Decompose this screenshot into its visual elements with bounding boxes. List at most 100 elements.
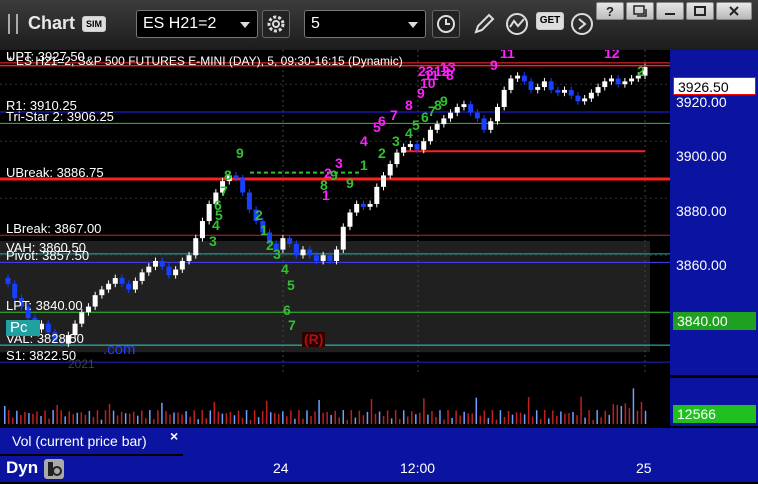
count-label-green: 8 [224,167,232,183]
indicator-button[interactable] [504,12,530,36]
time-frame-button[interactable] [432,10,460,38]
candle-body [387,164,393,176]
candle-body [555,89,561,93]
time-axis[interactable]: 24 12:00 25 [183,428,670,482]
maximize-button[interactable] [686,2,714,20]
volume-bar [306,410,308,424]
level-label: Pivot: 3857.50 [6,248,90,264]
candle-body [481,118,487,130]
count-label-magenta: 9 [490,57,498,73]
volume-value-box: 12566 [673,405,756,423]
volume-bar [68,411,70,424]
volume-bar [463,411,465,424]
symbol-settings-button[interactable] [262,10,290,38]
volume-bar [350,410,353,424]
price-tick: 3920.00 [676,94,727,110]
count-label-green: 9 [346,175,354,191]
volume-bar [282,411,284,424]
volume-bar [358,410,361,424]
volume-bar [36,411,38,424]
forward-button[interactable] [570,12,594,36]
candle-body [394,152,400,165]
price-axis[interactable]: 3926.50 3920.00 3900.00 3880.00 3860.00 … [670,50,758,375]
candle-body [501,89,507,108]
volume-bar [265,400,268,424]
volume-bar [407,416,409,424]
price-chart-area[interactable]: 9 8 7 6 5 4 3 2 1 2 3 4 5 6 7 8 9 9 1 2 3 4 5 6 7 8 9 2 1 2 3 4 5 6 7 8 9 10 1… [0,50,670,375]
candle-body [146,266,152,273]
volume-bar [390,418,393,424]
watermark-year: 2021 [68,357,95,371]
volume-bar [64,416,66,424]
symbol-combo[interactable]: ES H21=2 [136,10,258,38]
pc-badge: Pc [6,320,40,336]
candle-body [434,124,440,130]
volume-bar [56,404,58,424]
volume-bar [487,417,490,424]
volume-bar [366,411,369,424]
count-label-green: 5 [287,277,295,293]
volume-bar [24,412,26,424]
volume-bar [604,410,606,424]
candle-body [92,295,98,307]
candle-body [608,78,614,82]
interval-combo[interactable]: 5 [304,10,426,38]
minimize-button[interactable] [656,2,684,20]
volume-bar [104,410,107,424]
count-label-magenta: 2 [324,165,332,181]
volume-bar [245,410,248,424]
close-window-button[interactable] [716,2,752,20]
dynamic-settings-button[interactable] [44,459,64,479]
volume-bar [511,414,514,424]
volume-bar [346,419,349,424]
count-label-green: 1 [360,157,368,173]
count-label-green: 2 [637,63,645,79]
volume-bar [354,417,357,424]
candle-body [132,280,138,290]
volume-bar [342,410,345,424]
volume-bar [177,412,179,424]
volume-bar [519,412,522,424]
candle-body [354,203,360,213]
candle-body [347,212,353,227]
candle-body [85,306,91,313]
candle-body [595,87,601,93]
volume-bar [4,406,6,424]
candle-body [334,249,340,261]
get-data-button[interactable]: GET [536,12,566,36]
help-button[interactable]: ? [596,2,624,20]
volume-bar [302,418,304,424]
volume-bar [213,401,216,424]
volume-bar [60,410,62,424]
corner-panel [670,428,758,482]
time-label: 12:00 [400,460,436,476]
volume-bar [112,410,115,424]
count-label-magenta: 8 [446,67,454,83]
restore-button[interactable] [626,2,654,20]
minimize-icon [665,13,675,15]
candle-body [602,81,608,88]
draw-tool-button[interactable] [472,12,496,36]
volume-bar [205,418,207,424]
app-title: Chart [28,13,76,33]
candle-body [206,203,212,222]
volume-legend-tab[interactable]: Vol (current price bar) × [0,428,183,454]
volume-bar [12,417,14,424]
volume-bar [544,410,546,424]
volume-bar [624,403,627,424]
lpt-price-box: 3840.00 [673,312,756,330]
candle-body [99,289,105,296]
volume-bar [411,411,413,424]
volume-bar [128,413,131,424]
volume-bar [632,388,635,424]
candle-body [521,75,527,82]
symbol-value: ES H21=2 [143,15,217,32]
drag-grip-icon[interactable] [8,14,18,34]
candle-body [159,260,165,267]
volume-bar [132,411,135,424]
volume-bar [237,410,240,424]
volume-bar [576,415,578,424]
settings-icon [48,462,62,476]
volume-panel[interactable] [0,378,670,426]
close-indicator-icon[interactable]: × [170,428,178,444]
